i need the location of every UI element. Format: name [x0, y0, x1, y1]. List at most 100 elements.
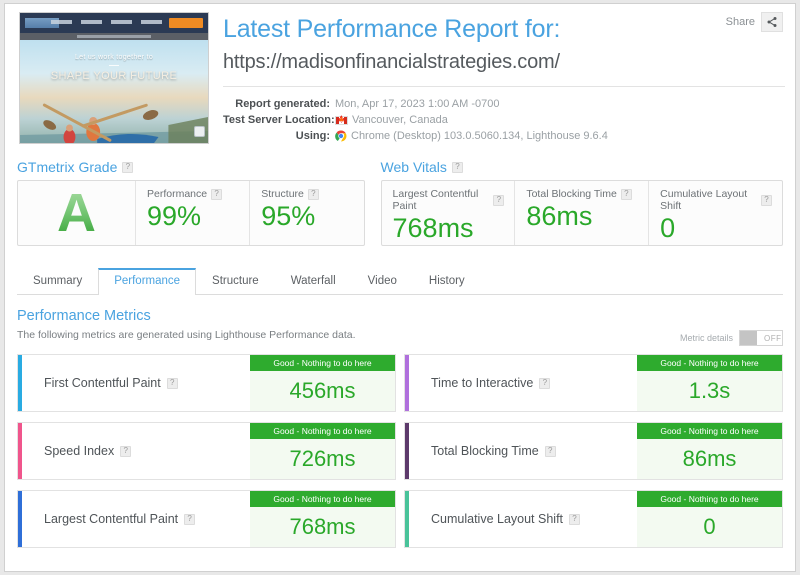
canada-flag-icon: 🍁	[335, 116, 348, 125]
tab-history[interactable]: History	[413, 268, 481, 295]
metric-details-toggle-group[interactable]: Metric details OFF	[680, 330, 783, 346]
help-icon[interactable]: ?	[761, 195, 772, 206]
cls-vital-label: Cumulative Layout Shift	[660, 188, 757, 212]
meta-text: Mon, Apr 17, 2023 1:00 AM -0700	[335, 96, 500, 112]
meta-row-using: Using: Chrome (Desktop) 103.0.5060.134, …	[223, 128, 783, 144]
metric-name-row: Cumulative Layout Shift ?	[409, 491, 637, 547]
performance-metrics-title: Performance Metrics	[17, 308, 783, 324]
meta-value: 🍁 Vancouver, Canada	[335, 112, 448, 128]
performance-score-cell: Performance ? 99%	[136, 181, 250, 245]
report-tabs: Summary Performance Structure Waterfall …	[17, 268, 783, 295]
performance-metric-cards: First Contentful Paint ? Good - Nothing …	[17, 354, 783, 548]
help-icon[interactable]: ?	[493, 195, 504, 206]
metric-label: Speed Index	[44, 444, 114, 458]
web-vitals-heading: Web Vitals ?	[381, 159, 783, 175]
metric-value: 86ms	[637, 439, 782, 479]
toggle-state-label: OFF	[764, 334, 782, 343]
web-vitals-panel: Web Vitals ? Largest Contentful Paint ? …	[381, 159, 783, 246]
metric-result: Good - Nothing to do here 1.3s	[637, 355, 782, 411]
toggle-knob	[740, 331, 757, 345]
thumbnail-hero-image: Let us work together to SHAPE YOUR FUTUR…	[20, 40, 208, 144]
thumbnail-nav-links	[51, 20, 162, 24]
tab-video[interactable]: Video	[352, 268, 413, 295]
metric-card-speed-index[interactable]: Speed Index ? Good - Nothing to do here …	[17, 422, 396, 480]
metric-card-time-to-interactive[interactable]: Time to Interactive ? Good - Nothing to …	[404, 354, 783, 412]
title-divider	[223, 86, 785, 87]
help-icon[interactable]: ?	[184, 514, 195, 525]
metric-label: Largest Contentful Paint	[44, 512, 178, 526]
thumbnail-navbar	[20, 13, 208, 33]
help-icon[interactable]: ?	[122, 162, 133, 173]
metric-card-total-blocking-time[interactable]: Total Blocking Time ? Good - Nothing to …	[404, 422, 783, 480]
page-title: Latest Performance Report for:	[223, 14, 783, 44]
meta-text: Vancouver, Canada	[352, 112, 448, 128]
thumbnail-hero-divider	[109, 65, 119, 66]
help-icon[interactable]: ?	[539, 378, 550, 389]
performance-metrics-subtitle: The following metrics are generated usin…	[17, 329, 783, 341]
tab-performance[interactable]: Performance	[98, 268, 196, 295]
tbt-vital-value: 86ms	[526, 199, 638, 233]
metric-result: Good - Nothing to do here 86ms	[637, 423, 782, 479]
meta-row-report-generated: Report generated: Mon, Apr 17, 2023 1:00…	[223, 96, 783, 112]
web-vitals-card: Largest Contentful Paint ? 768ms Total B…	[381, 180, 783, 246]
help-icon[interactable]: ?	[545, 446, 556, 457]
metric-card-cumulative-layout-shift[interactable]: Cumulative Layout Shift ? Good - Nothing…	[404, 490, 783, 548]
metric-result: Good - Nothing to do here 726ms	[250, 423, 395, 479]
lcp-vital-label-row: Largest Contentful Paint ?	[393, 188, 505, 212]
help-icon[interactable]: ?	[120, 446, 131, 457]
gtmetrix-grade-panel: GTmetrix Grade ? A Performance ? 99% Str…	[17, 159, 365, 246]
metric-label: Time to Interactive	[431, 376, 533, 390]
grade-letter-cell: A	[18, 181, 136, 245]
meta-label: Report generated:	[223, 96, 335, 112]
help-icon[interactable]: ?	[308, 189, 319, 200]
site-thumbnail[interactable]: Let us work together to SHAPE YOUR FUTUR…	[19, 12, 209, 144]
help-icon[interactable]: ?	[452, 162, 463, 173]
metric-result: Good - Nothing to do here 456ms	[250, 355, 395, 411]
gtmetrix-grade-card: A Performance ? 99% Structure ? 95%	[17, 180, 365, 246]
structure-score-cell: Structure ? 95%	[250, 181, 363, 245]
tbt-vital-cell: Total Blocking Time ? 86ms	[515, 181, 649, 245]
metric-card-largest-contentful-paint[interactable]: Largest Contentful Paint ? Good - Nothin…	[17, 490, 396, 548]
thumbnail-hero-line-1: Let us work together to	[20, 54, 208, 61]
score-panels: GTmetrix Grade ? A Performance ? 99% Str…	[5, 159, 795, 246]
tab-waterfall[interactable]: Waterfall	[275, 268, 352, 295]
lcp-vital-cell: Largest Contentful Paint ? 768ms	[382, 181, 516, 245]
metric-details-label: Metric details	[680, 333, 733, 343]
meta-label: Test Server Location:	[223, 112, 335, 128]
structure-score-value: 95%	[261, 199, 353, 233]
metric-result: Good - Nothing to do here 768ms	[250, 491, 395, 547]
metric-value: 768ms	[250, 507, 395, 547]
report-meta: Report generated: Mon, Apr 17, 2023 1:00…	[223, 96, 783, 144]
metric-name-row: First Contentful Paint ?	[22, 355, 250, 411]
kayak-illustration	[20, 95, 208, 144]
gtmetrix-grade-heading: GTmetrix Grade ?	[17, 159, 365, 175]
report-url[interactable]: https://madisonfinancialstrategies.com/	[223, 47, 783, 77]
performance-metrics-header: Performance Metrics The following metric…	[17, 308, 783, 341]
metric-status-badge: Good - Nothing to do here	[250, 355, 395, 371]
lcp-vital-label: Largest Contentful Paint	[393, 188, 490, 212]
metric-value: 456ms	[250, 371, 395, 411]
tab-summary[interactable]: Summary	[17, 268, 98, 295]
help-icon[interactable]: ?	[569, 514, 580, 525]
metric-value: 726ms	[250, 439, 395, 479]
metric-value: 0	[637, 507, 782, 547]
meta-value: Chrome (Desktop) 103.0.5060.134, Lightho…	[335, 128, 608, 144]
metric-status-badge: Good - Nothing to do here	[637, 423, 782, 439]
metric-status-badge: Good - Nothing to do here	[637, 355, 782, 371]
thumbnail-subbar	[20, 33, 208, 40]
metric-label: Total Blocking Time	[431, 444, 539, 458]
cls-vital-cell: Cumulative Layout Shift ? 0	[649, 181, 782, 245]
meta-label: Using:	[223, 128, 335, 144]
tab-structure[interactable]: Structure	[196, 268, 275, 295]
help-icon[interactable]: ?	[621, 189, 632, 200]
thumbnail-corner-badge	[194, 126, 205, 137]
metric-status-badge: Good - Nothing to do here	[637, 491, 782, 507]
metric-name-row: Time to Interactive ?	[409, 355, 637, 411]
help-icon[interactable]: ?	[211, 189, 222, 200]
help-icon[interactable]: ?	[167, 378, 178, 389]
meta-row-test-server-location: Test Server Location: 🍁 Vancouver, Canad…	[223, 112, 783, 128]
metric-label: Cumulative Layout Shift	[431, 512, 563, 526]
metric-details-toggle[interactable]: OFF	[739, 330, 783, 346]
cls-vital-label-row: Cumulative Layout Shift ?	[660, 188, 772, 212]
metric-card-first-contentful-paint[interactable]: First Contentful Paint ? Good - Nothing …	[17, 354, 396, 412]
